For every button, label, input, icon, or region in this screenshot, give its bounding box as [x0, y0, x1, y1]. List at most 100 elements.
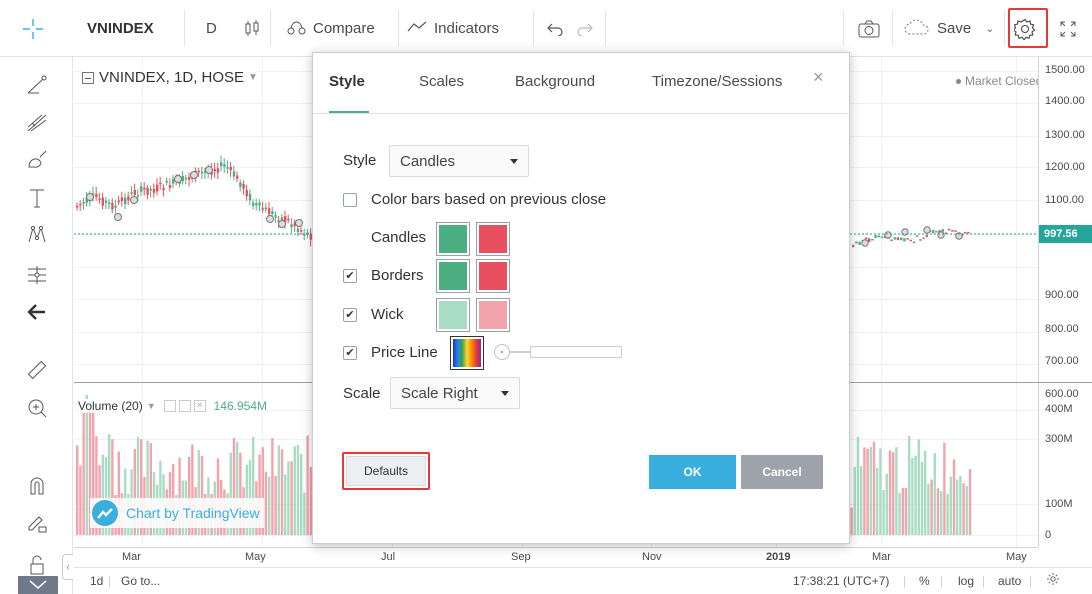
magnet-icon[interactable] — [22, 470, 52, 500]
slider-track[interactable] — [530, 346, 622, 358]
candle — [120, 197, 124, 202]
event-marker[interactable] — [130, 196, 138, 204]
candles-up-color-swatch[interactable] — [436, 222, 470, 256]
redo-icon[interactable] — [577, 0, 593, 57]
candles-down-color-swatch[interactable] — [476, 222, 510, 256]
candle — [111, 202, 114, 210]
ruler-icon[interactable] — [22, 355, 52, 385]
candles-chart-type-icon[interactable] — [244, 0, 260, 57]
interval-button[interactable]: D — [206, 0, 217, 57]
event-marker[interactable] — [205, 166, 213, 174]
series-legend[interactable]: VNINDEX, 1D, HOSE ▼ — [82, 69, 258, 86]
time-scale-label: Mar — [872, 551, 891, 563]
volume-bar — [277, 445, 280, 535]
event-marker[interactable] — [278, 220, 286, 228]
candle — [124, 197, 127, 205]
tab-scales[interactable]: Scales — [419, 73, 464, 90]
save-label: Save — [937, 20, 972, 37]
event-marker[interactable] — [937, 231, 945, 239]
drawing-toolbar: ‹ — [0, 57, 73, 594]
close-icon[interactable]: × — [813, 67, 824, 88]
candle — [300, 230, 303, 232]
settings-small-icon[interactable] — [178, 400, 191, 412]
series-title: VNINDEX, 1D, HOSE — [99, 69, 245, 86]
price-scale[interactable]: 1500.00 1400.00 1300.00 1200.00 1100.00 900.0… — [1038, 57, 1092, 547]
pencil-lock-icon[interactable] — [22, 508, 52, 538]
borders-up-color-swatch[interactable] — [436, 259, 470, 293]
undo-icon[interactable] — [547, 0, 563, 57]
symbol-button[interactable]: VNINDEX — [87, 0, 154, 57]
time-scale-label: Sep — [511, 551, 531, 563]
event-marker[interactable] — [923, 226, 931, 234]
brush-icon[interactable] — [22, 145, 52, 175]
percent-button[interactable]: % — [919, 574, 930, 588]
goto-button[interactable]: Go to... — [121, 574, 160, 588]
pitchfork-icon[interactable] — [22, 107, 52, 137]
event-marker[interactable] — [86, 193, 94, 201]
volume-legend[interactable]: Volume (20) ▼ × 146.954M — [78, 399, 267, 413]
wick-checkbox[interactable]: ✔ — [343, 308, 357, 322]
tab-timezone-sessions[interactable]: Timezone/Sessions — [652, 73, 782, 90]
compare-button[interactable]: Compare — [287, 0, 375, 57]
chart-app: VNINDEX D Compare Indicators Save ⌄ ‹ VN… — [0, 0, 1092, 594]
style-select-value: Candles — [400, 152, 456, 170]
pattern-icon[interactable] — [22, 220, 52, 250]
save-button[interactable]: Save ⌄ — [903, 0, 994, 57]
line-width-slider[interactable] — [494, 344, 622, 360]
remove-icon[interactable]: × — [193, 400, 206, 412]
back-arrow-icon[interactable] — [22, 297, 52, 327]
price-scale-label: 1400.00 — [1045, 95, 1085, 107]
settings-small-icon[interactable] — [1046, 572, 1060, 589]
candle — [101, 197, 104, 206]
camera-icon[interactable] — [858, 0, 880, 57]
prediction-icon[interactable] — [22, 260, 52, 290]
time-scale[interactable]: Mar May Jul Sep Nov 2019 Mar May — [74, 547, 1038, 567]
chevron-down-icon[interactable]: ⌄ — [985, 22, 994, 35]
event-marker[interactable] — [861, 239, 869, 247]
candle — [114, 205, 117, 208]
event-marker[interactable] — [295, 219, 303, 227]
event-marker[interactable] — [190, 171, 198, 179]
volume-bar — [284, 474, 287, 535]
scale-select[interactable]: Scale Right — [390, 377, 520, 409]
wick-up-color-swatch[interactable] — [436, 298, 470, 332]
fullscreen-icon[interactable] — [1060, 0, 1076, 57]
chevron-down-icon[interactable]: ▼ — [248, 72, 258, 83]
collapse-toolbar-button[interactable]: ‹ — [62, 554, 73, 580]
event-marker[interactable] — [114, 213, 122, 221]
ok-button[interactable]: OK — [649, 455, 736, 489]
event-marker[interactable] — [884, 231, 892, 239]
trend-line-icon[interactable] — [22, 70, 52, 100]
tab-background[interactable]: Background — [515, 73, 595, 90]
event-marker[interactable] — [266, 215, 274, 223]
collapse-legend-icon[interactable] — [82, 71, 94, 84]
log-button[interactable]: log — [958, 574, 974, 588]
candle — [941, 229, 944, 232]
range-button[interactable]: 1d — [90, 574, 103, 588]
borders-checkbox[interactable]: ✔ — [343, 269, 357, 283]
tradingview-watermark[interactable]: Chart by TradingView — [90, 498, 264, 528]
event-marker[interactable] — [174, 175, 182, 183]
tab-style[interactable]: Style — [329, 73, 365, 90]
price-line-checkbox[interactable]: ✔ — [343, 346, 357, 360]
crosshair-icon[interactable] — [22, 0, 44, 57]
zoom-in-icon[interactable] — [22, 393, 52, 423]
style-select[interactable]: Candles — [389, 145, 529, 177]
toolbar-more-button[interactable] — [18, 576, 58, 594]
wick-down-color-swatch[interactable] — [476, 298, 510, 332]
text-tool-icon[interactable] — [22, 183, 52, 213]
cancel-button[interactable]: Cancel — [741, 455, 823, 489]
price-line-color-swatch[interactable] — [450, 336, 484, 370]
candle — [159, 182, 162, 185]
slider-handle[interactable] — [494, 344, 510, 360]
candle — [133, 190, 136, 195]
clock-label[interactable]: 17:38:21 (UTC+7) — [793, 574, 889, 588]
defaults-highlight — [342, 452, 430, 490]
chevron-down-icon[interactable]: ▼ — [147, 401, 156, 411]
indicators-button[interactable]: Indicators — [407, 0, 499, 57]
color-bars-checkbox[interactable] — [343, 193, 357, 207]
borders-down-color-swatch[interactable] — [476, 259, 510, 293]
tab-divider — [313, 113, 849, 114]
eye-icon[interactable] — [163, 400, 176, 412]
auto-button[interactable]: auto — [998, 574, 1021, 588]
